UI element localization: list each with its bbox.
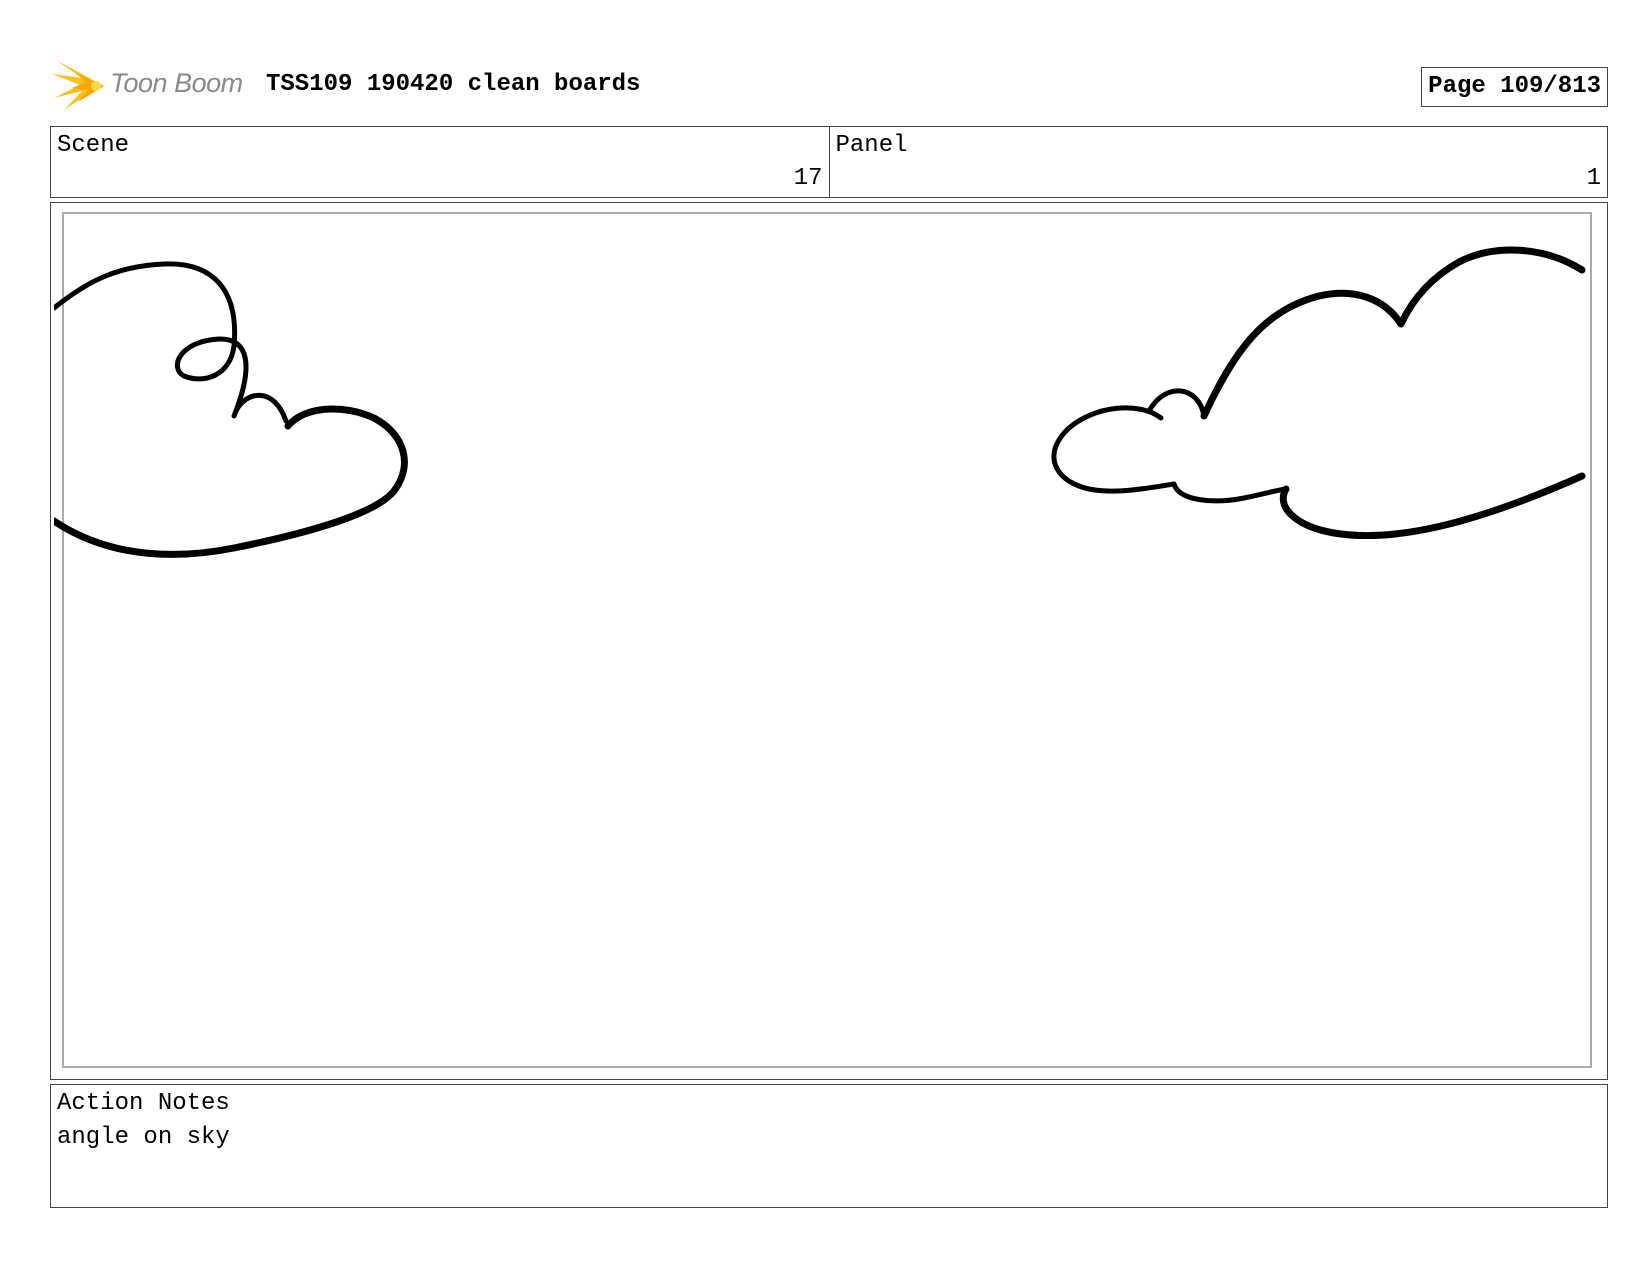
panel-cell: Panel 1 — [828, 127, 1608, 197]
scene-panel-row: Scene 17 Panel 1 — [50, 126, 1608, 198]
scene-cell: Scene 17 — [51, 127, 829, 197]
page-number: Page 109/813 — [1421, 67, 1608, 107]
action-notes-label: Action Notes — [57, 1090, 230, 1117]
page-header: Toon Boom TSS109 190420 clean boards Pag… — [50, 56, 1608, 116]
panel-label: Panel — [835, 132, 908, 159]
toon-boom-logo: Toon Boom — [52, 58, 252, 112]
starburst-icon — [52, 60, 104, 110]
right-cloud — [1051, 246, 1586, 540]
document-title: TSS109 190420 clean boards — [266, 71, 641, 98]
logo-text: Toon Boom — [110, 68, 243, 98]
scene-value: 17 — [793, 165, 823, 192]
panel-drawing — [54, 246, 1586, 558]
action-notes: Action Notes angle on sky — [50, 1084, 1608, 1208]
left-cloud — [54, 261, 408, 558]
panel-value: 1 — [1586, 165, 1601, 192]
storyboard-panel — [50, 202, 1608, 1080]
scene-label: Scene — [57, 132, 130, 159]
action-notes-text: angle on sky — [57, 1124, 230, 1151]
